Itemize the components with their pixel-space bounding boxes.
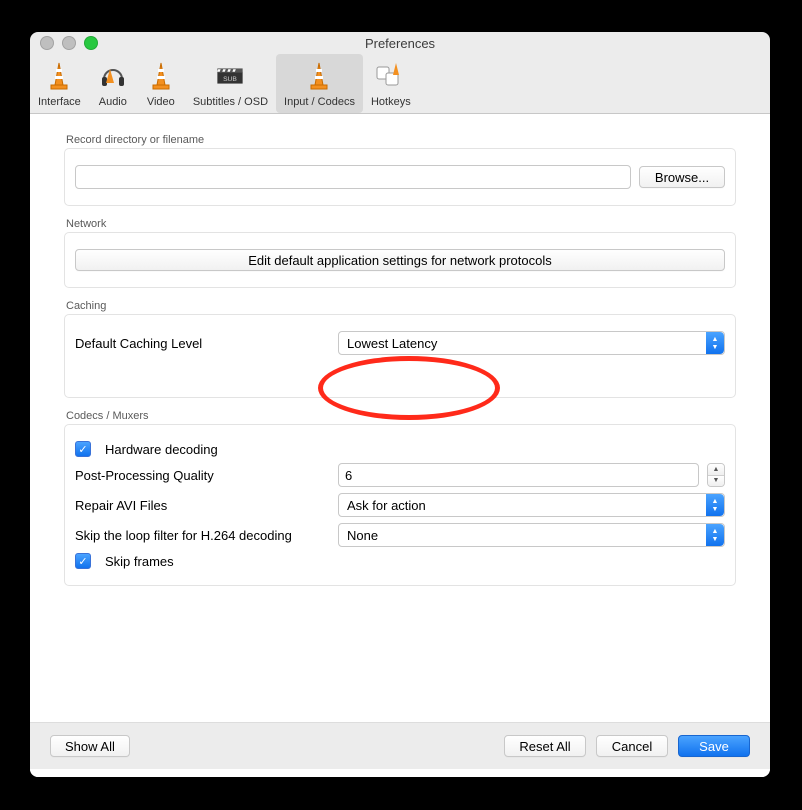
toolbar-item-label: Hotkeys bbox=[371, 96, 411, 108]
reset-all-button[interactable]: Reset All bbox=[504, 735, 586, 757]
caching-level-value: Lowest Latency bbox=[347, 336, 437, 351]
skip-loop-filter-select[interactable]: None ▲▼ bbox=[338, 523, 725, 547]
titlebar: Preferences bbox=[30, 32, 770, 54]
cone-icon bbox=[145, 60, 177, 92]
svg-text:SUB: SUB bbox=[223, 76, 237, 83]
toolbar-item-subtitles[interactable]: SUB Subtitles / OSD bbox=[185, 54, 276, 113]
bottom-bar: Show All Reset All Cancel Save bbox=[30, 722, 770, 769]
toolbar-item-label: Video bbox=[147, 96, 175, 108]
cancel-button[interactable]: Cancel bbox=[596, 735, 668, 757]
toolbar-item-interface[interactable]: Interface bbox=[30, 54, 89, 113]
repair-avi-select[interactable]: Ask for action ▲▼ bbox=[338, 493, 725, 517]
post-processing-quality-stepper[interactable]: ▲ ▼ bbox=[707, 463, 725, 487]
preferences-window: Preferences Interface Audio Video SUB Su bbox=[30, 32, 770, 777]
skip-loop-filter-value: None bbox=[347, 528, 378, 543]
browse-button[interactable]: Browse... bbox=[639, 166, 725, 188]
cone-icon bbox=[43, 60, 75, 92]
group-title-codecs: Codecs / Muxers bbox=[66, 410, 736, 422]
window-title: Preferences bbox=[30, 36, 770, 51]
headphones-icon bbox=[97, 60, 129, 92]
toolbar-item-label: Subtitles / OSD bbox=[193, 96, 268, 108]
chevron-down-icon: ▼ bbox=[708, 476, 724, 487]
chevron-up-down-icon: ▲▼ bbox=[706, 332, 724, 354]
group-codecs: ✓ Hardware decoding Post-Processing Qual… bbox=[64, 424, 736, 586]
toolbar-item-video[interactable]: Video bbox=[137, 54, 185, 113]
preferences-toolbar: Interface Audio Video SUB Subtitles / OS… bbox=[30, 54, 770, 114]
group-title-network: Network bbox=[66, 218, 736, 230]
toolbar-item-label: Audio bbox=[99, 96, 127, 108]
post-processing-quality-label: Post-Processing Quality bbox=[75, 468, 330, 483]
repair-avi-label: Repair AVI Files bbox=[75, 498, 330, 513]
clapperboard-icon: SUB bbox=[214, 60, 246, 92]
caching-level-select[interactable]: Lowest Latency ▲▼ bbox=[338, 331, 725, 355]
toolbar-item-label: Input / Codecs bbox=[284, 96, 355, 108]
toolbar-item-input-codecs[interactable]: Input / Codecs bbox=[276, 54, 363, 113]
skip-frames-label: Skip frames bbox=[105, 554, 174, 569]
repair-avi-value: Ask for action bbox=[347, 498, 426, 513]
hardware-decoding-label: Hardware decoding bbox=[105, 442, 218, 457]
save-button[interactable]: Save bbox=[678, 735, 750, 757]
record-path-input[interactable] bbox=[75, 165, 631, 189]
group-network: Edit default application settings for ne… bbox=[64, 232, 736, 288]
skip-loop-filter-label: Skip the loop filter for H.264 decoding bbox=[75, 528, 330, 543]
edit-network-protocols-button[interactable]: Edit default application settings for ne… bbox=[75, 249, 725, 271]
caching-level-label: Default Caching Level bbox=[75, 336, 330, 351]
chevron-up-down-icon: ▲▼ bbox=[706, 494, 724, 516]
group-record: Browse... bbox=[64, 148, 736, 206]
chevron-up-down-icon: ▲▼ bbox=[706, 524, 724, 546]
keyboard-keys-icon bbox=[375, 60, 407, 92]
show-all-button[interactable]: Show All bbox=[50, 735, 130, 757]
skip-frames-checkbox[interactable]: ✓ bbox=[75, 553, 91, 569]
toolbar-item-hotkeys[interactable]: Hotkeys bbox=[363, 54, 419, 113]
hardware-decoding-checkbox[interactable]: ✓ bbox=[75, 441, 91, 457]
group-title-record: Record directory or filename bbox=[66, 134, 736, 146]
post-processing-quality-input[interactable] bbox=[338, 463, 699, 487]
chevron-up-icon: ▲ bbox=[708, 464, 724, 476]
cone-icon bbox=[303, 60, 335, 92]
group-caching: Default Caching Level Lowest Latency ▲▼ bbox=[64, 314, 736, 398]
group-title-caching: Caching bbox=[66, 300, 736, 312]
toolbar-item-label: Interface bbox=[38, 96, 81, 108]
toolbar-item-audio[interactable]: Audio bbox=[89, 54, 137, 113]
content-area: Record directory or filename Browse... N… bbox=[30, 114, 770, 777]
